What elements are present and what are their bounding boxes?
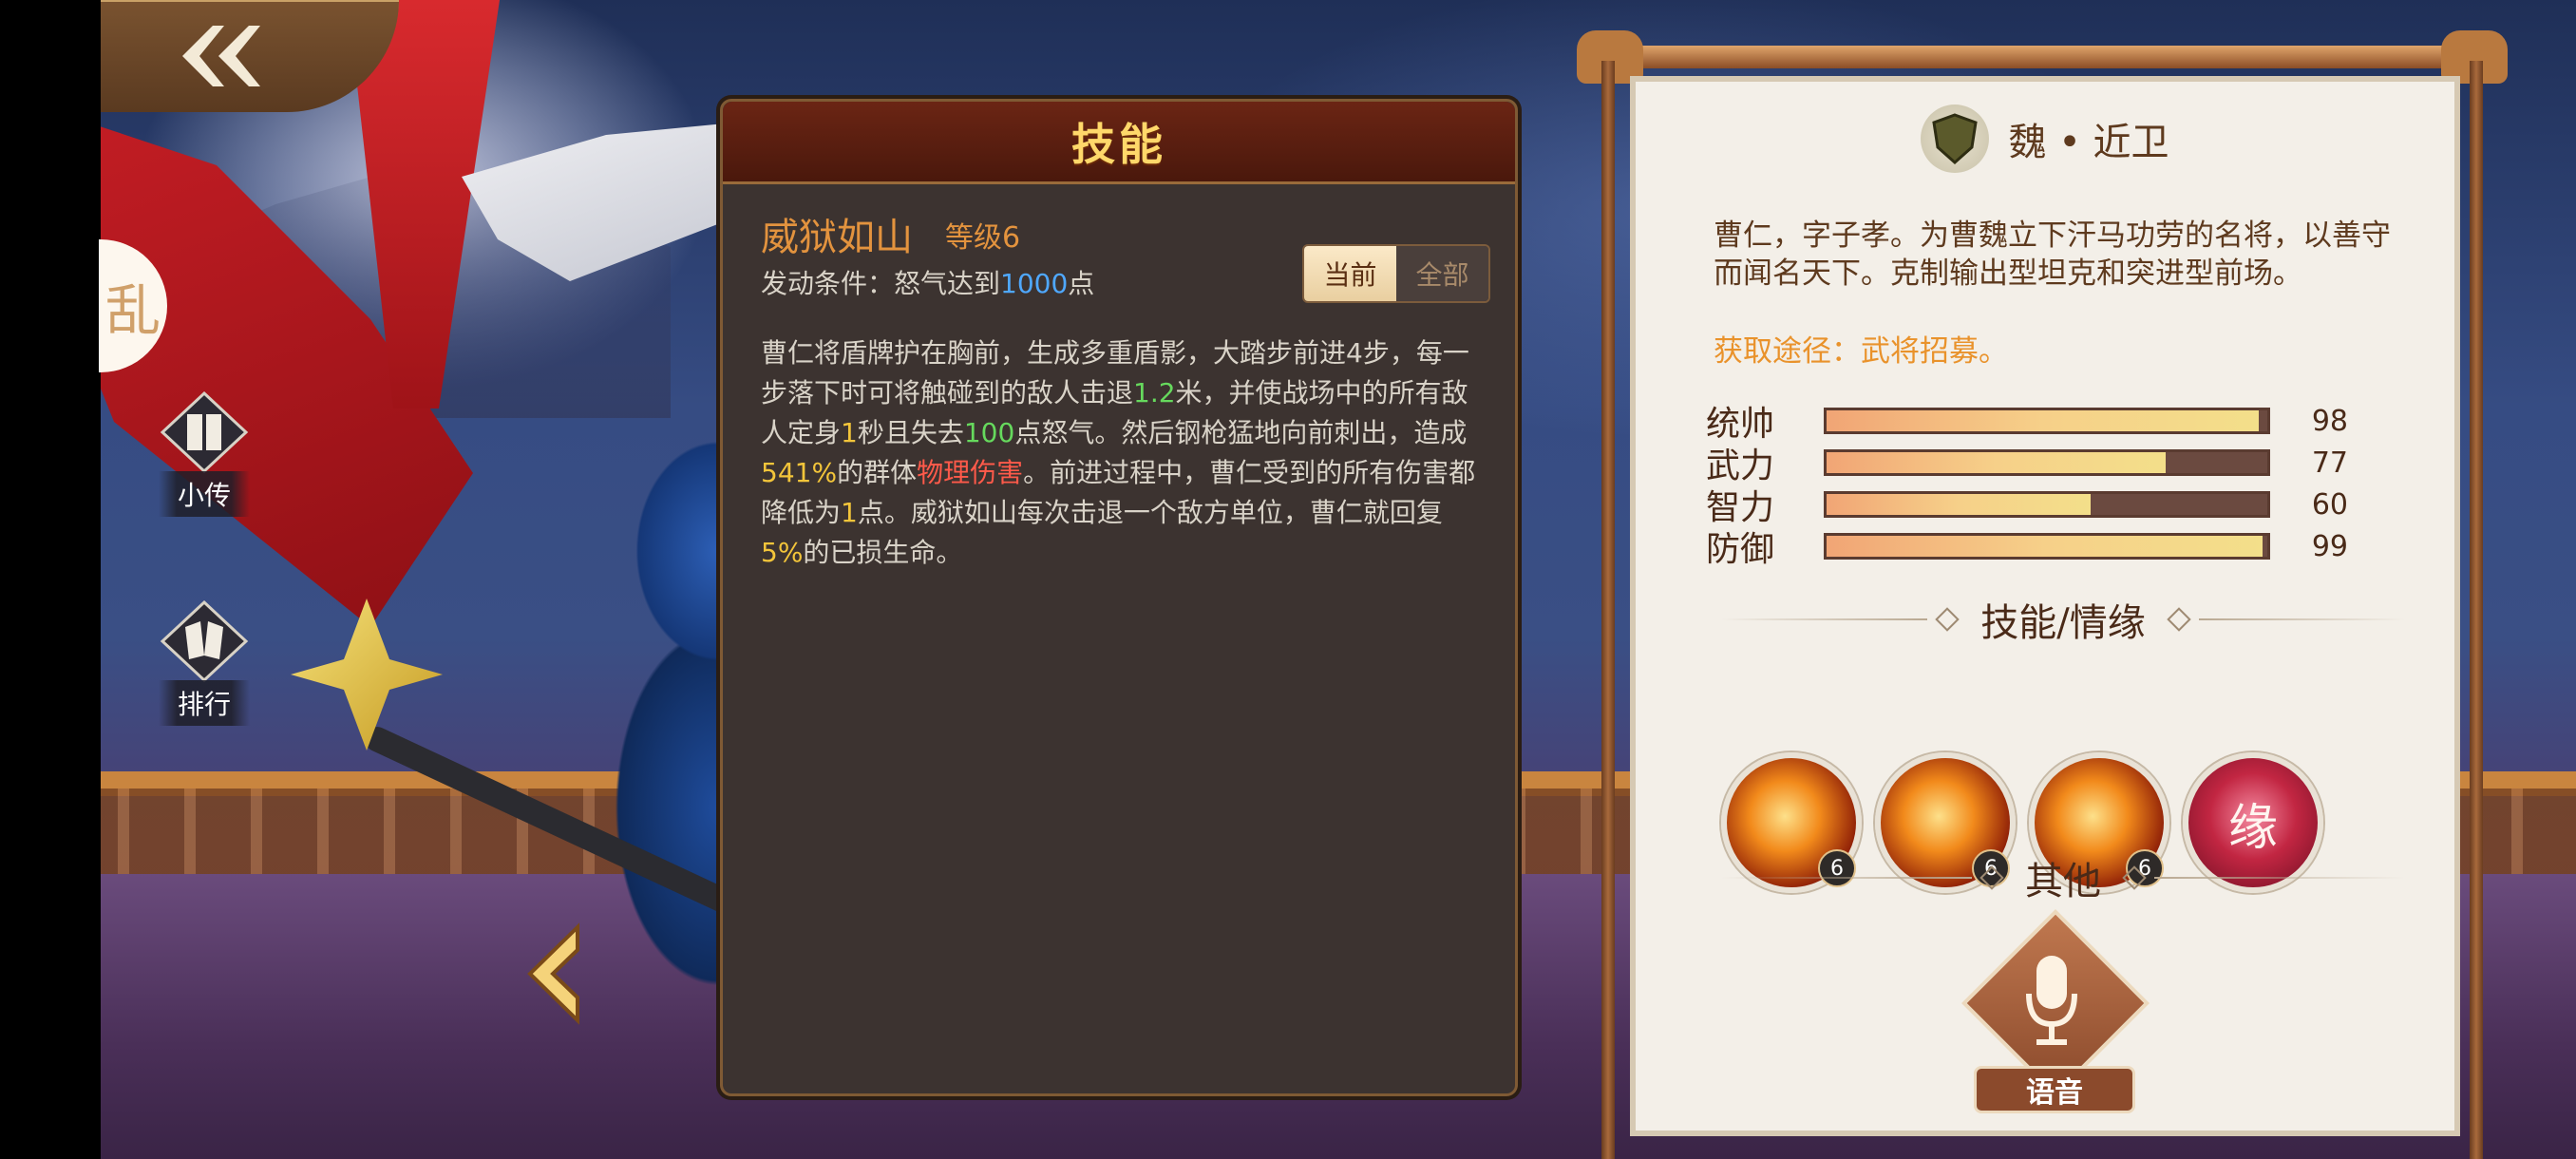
desc-text: 点。威狱如山每次击退一个敌方单位，曹仁就回复 <box>857 497 1443 528</box>
skills-section-title: 技能/情缘 <box>1721 591 2406 648</box>
desc-highlight: 物理伤害 <box>917 457 1024 488</box>
desc-highlight: 1.2 <box>1133 377 1176 408</box>
skills-section-label: 技能/情缘 <box>1980 601 2146 645</box>
condition-value: 1000 <box>1000 268 1069 299</box>
microphone-icon <box>2026 956 2077 1045</box>
desc-text: 的群体 <box>837 457 918 488</box>
back-arrow-icon <box>182 26 260 86</box>
desc-highlight: 1 <box>841 417 858 448</box>
divider-line <box>1721 618 1928 620</box>
stat-bar <box>1824 491 2270 518</box>
shield-icon <box>1921 104 1990 173</box>
skill-description: 曹仁将盾牌护在胸前，生成多重盾影，大踏步前进4步，每一步落下时可将触碰到的敌人击… <box>761 333 1483 573</box>
desc-text: 点怒气。然后钢枪猛地向前刺出，造成 <box>1014 417 1468 448</box>
stat-bar <box>1824 408 2270 434</box>
condition-prefix: 发动条件：怒气达到 <box>761 268 1001 299</box>
biography-label: 小传 <box>158 471 250 517</box>
skill-level: 等级6 <box>945 221 1021 255</box>
diamond-icon <box>2122 865 2147 890</box>
biography-icon <box>152 390 256 475</box>
divider-line <box>2198 618 2406 620</box>
stat-row: 统帅 98 <box>1706 401 2390 445</box>
desc-highlight: 5% <box>761 537 804 568</box>
other-section-label: 其他 <box>2025 860 2101 903</box>
stat-bar <box>1824 533 2270 560</box>
ranking-icon <box>152 598 256 684</box>
toggle-current[interactable]: 当前 <box>1304 246 1396 301</box>
stat-row: 防御 99 <box>1706 526 2390 570</box>
condition-suffix: 点 <box>1068 268 1095 299</box>
skill-condition: 发动条件：怒气达到1000点 <box>761 263 1094 301</box>
divider-line <box>2154 877 2405 879</box>
stat-value: 77 <box>2311 446 2348 480</box>
stat-row: 武力 77 <box>1706 443 2390 486</box>
other-section-title: 其他 <box>1721 849 2405 906</box>
diamond-icon <box>1935 607 1960 632</box>
skill-name: 威狱如山 <box>761 216 913 259</box>
stat-fill <box>1827 452 2167 473</box>
faction-label: 魏 • 近卫 <box>2008 121 2169 164</box>
left-black-bar <box>0 0 101 1159</box>
skill-panel-title: 技能 <box>1071 119 1166 170</box>
faction-row: 魏 • 近卫 <box>1636 101 2454 177</box>
ranking-label: 排行 <box>158 680 250 726</box>
scroll-top-rod <box>1577 27 2508 84</box>
hero-bio: 曹仁，字子孝。为曹魏立下汗马功劳的名将，以善守而闻名天下。克制输出型坦克和突进型… <box>1714 218 2391 291</box>
stat-value: 98 <box>2311 404 2348 438</box>
desc-text: 的已损生命。 <box>803 537 963 568</box>
stat-value: 99 <box>2311 529 2348 563</box>
skill-detail-panel: 技能 威狱如山 等级6 发动条件：怒气达到1000点 当前 全部 曹仁将盾牌护在… <box>720 99 1518 1096</box>
stat-fill <box>1827 494 2092 515</box>
stat-row: 智力 60 <box>1706 484 2390 528</box>
desc-highlight: 1 <box>841 497 858 528</box>
voice-button[interactable]: 语音 <box>1961 909 2150 1127</box>
desc-highlight: 541% <box>761 457 838 488</box>
desc-text: 秒且失去 <box>857 417 964 448</box>
desc-highlight: 100 <box>963 417 1015 448</box>
stat-fill <box>1827 536 2263 557</box>
skill-panel-header: 技能 <box>723 102 1515 184</box>
diamond-icon <box>2167 607 2191 632</box>
post-right <box>2470 61 2483 1159</box>
stat-bar <box>1824 449 2270 476</box>
divider-line <box>1721 877 1972 879</box>
stat-fill <box>1827 410 2259 431</box>
ranking-button[interactable]: 排行 <box>133 598 275 726</box>
diamond-icon <box>1979 865 2004 890</box>
spear-head <box>291 598 443 750</box>
biography-button[interactable]: 小传 <box>133 390 275 517</box>
hero-info-panel: 魏 • 近卫 曹仁，字子孝。为曹魏立下汗马功劳的名将，以善守而闻名天下。克制输出… <box>1630 76 2460 1136</box>
prev-hero-arrow-icon[interactable] <box>521 922 587 1026</box>
level-toggle: 当前 全部 <box>1302 244 1490 303</box>
post-left <box>1601 61 1615 1159</box>
acquire-path: 获取途径：武将招募。 <box>1714 334 2008 369</box>
side-glyph: 乱 <box>104 278 161 343</box>
toggle-all[interactable]: 全部 <box>1396 246 1488 301</box>
stat-value: 60 <box>2311 487 2348 522</box>
stat-name: 防御 <box>1706 530 1775 569</box>
scroll-rod <box>1615 46 2470 68</box>
voice-label: 语音 <box>1974 1066 2135 1113</box>
